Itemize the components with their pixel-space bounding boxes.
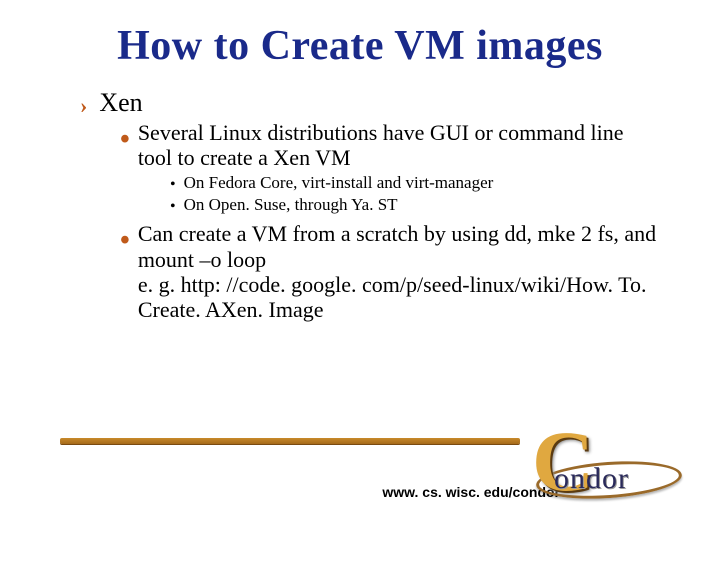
divider xyxy=(60,438,520,444)
bullet-level2: • Can create a VM from a scratch by usin… xyxy=(120,221,660,322)
slide-title: How to Create VM images xyxy=(0,22,720,70)
logo-word: ondor xyxy=(554,462,629,496)
bullet-level1: › Xen xyxy=(80,88,660,118)
slide-body: › Xen • Several Linux distributions have… xyxy=(80,88,660,323)
bullet-l1-text: Xen xyxy=(99,88,142,118)
bullet-level3: • On Open. Suse, through Ya. ST xyxy=(170,195,660,215)
dot-icon: • xyxy=(120,126,130,154)
dot-icon: • xyxy=(170,199,176,215)
bullet-l2b-text: Can create a VM from a scratch by using … xyxy=(138,221,660,322)
chevron-right-icon: › xyxy=(80,95,87,117)
bullet-l3b-text: On Open. Suse, through Ya. ST xyxy=(184,195,398,215)
bullet-l3a-text: On Fedora Core, virt-install and virt-ma… xyxy=(184,173,494,193)
bullet-l2a-text: Several Linux distributions have GUI or … xyxy=(138,120,660,171)
bullet-level2: • Several Linux distributions have GUI o… xyxy=(120,120,660,171)
footer-url: www. cs. wisc. edu/condor xyxy=(0,484,560,500)
condor-logo: C ondor xyxy=(526,424,696,524)
dot-icon: • xyxy=(120,227,130,255)
bullet-level3: • On Fedora Core, virt-install and virt-… xyxy=(170,173,660,193)
dot-icon: • xyxy=(170,177,176,193)
